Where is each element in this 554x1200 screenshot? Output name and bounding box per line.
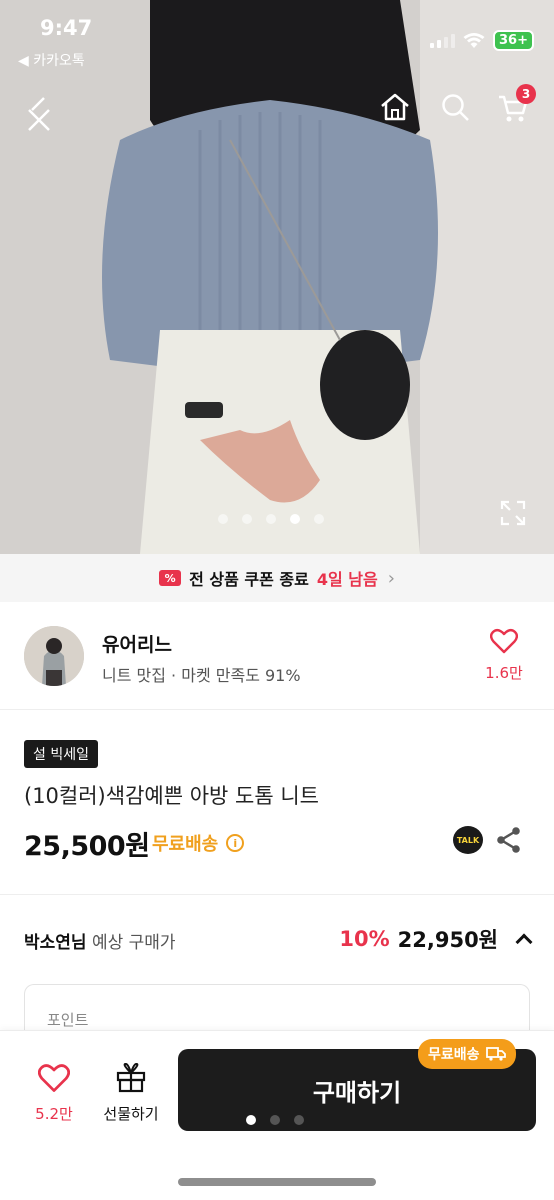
carousel-dot[interactable] bbox=[218, 514, 228, 524]
buy-label: 구매하기 bbox=[312, 1078, 402, 1107]
gift-label: 선물하기 bbox=[103, 1105, 159, 1123]
clock: 9:47 bbox=[40, 16, 93, 40]
back-to-app-link[interactable]: ◀ 카카오톡 bbox=[18, 50, 85, 70]
product-price: 25,500원 bbox=[24, 831, 150, 862]
page-indicator bbox=[246, 1115, 304, 1125]
truck-icon bbox=[485, 1047, 506, 1061]
home-button[interactable] bbox=[378, 90, 412, 124]
carousel-dot[interactable] bbox=[314, 514, 324, 524]
coupon-text: 전 상품 쿠폰 종료 bbox=[189, 570, 309, 589]
chevron-right-icon: › bbox=[387, 567, 395, 589]
page-dot bbox=[294, 1115, 304, 1125]
cart-count-badge: 3 bbox=[516, 84, 536, 104]
status-icons: 36+ bbox=[430, 30, 534, 51]
bottom-action-bar: 5.2만 선물하기 구매하기 무료배송 bbox=[0, 1030, 554, 1200]
sale-badge: 설 빅세일 bbox=[24, 740, 98, 768]
battery-indicator: 36+ bbox=[493, 30, 534, 51]
kakao-talk-icon[interactable]: TALK bbox=[453, 826, 483, 854]
gift-icon bbox=[116, 1062, 146, 1093]
page-dot-active bbox=[246, 1115, 256, 1125]
expected-price-caption: 예상 구매가 bbox=[91, 933, 176, 953]
coupon-banner[interactable]: % 전 상품 쿠폰 종료 4일 남음 › bbox=[0, 554, 554, 602]
status-bar: 9:47 ◀ 카카오톡 36+ bbox=[0, 0, 554, 74]
shop-like-button[interactable]: 1.6만 bbox=[478, 628, 530, 683]
expected-price-label: 박소연님 예상 구매가 bbox=[24, 928, 176, 953]
coupon-icon: % bbox=[159, 570, 182, 586]
expected-price-toggle[interactable]: 10% 22,950원 bbox=[339, 924, 533, 954]
carousel-dot[interactable] bbox=[242, 514, 252, 524]
free-shipping-tag: 무료배송 bbox=[418, 1039, 516, 1069]
free-shipping-tag-text: 무료배송 bbox=[428, 1047, 480, 1063]
info-icon[interactable]: i bbox=[226, 834, 245, 852]
shop-like-count: 1.6만 bbox=[485, 664, 523, 682]
shop-row[interactable]: 유어리느 니트 맛집 · 마켓 만족도 91% 1.6만 bbox=[0, 602, 554, 710]
share-button[interactable] bbox=[496, 826, 522, 858]
product-image[interactable] bbox=[0, 0, 554, 554]
product-title: (10컬러)색감예쁜 아방 도톰 니트 bbox=[24, 784, 319, 808]
discount-rate: 10% bbox=[339, 927, 390, 951]
home-indicator[interactable] bbox=[178, 1178, 376, 1186]
close-icon bbox=[28, 97, 50, 131]
carousel-dot-active[interactable] bbox=[290, 514, 300, 524]
free-shipping-text: 무료배송 bbox=[152, 834, 219, 855]
buyer-name: 박소연님 bbox=[24, 933, 87, 953]
page-dot bbox=[270, 1115, 280, 1125]
point-label: 포인트 bbox=[47, 1011, 89, 1029]
share-icon bbox=[497, 827, 520, 853]
close-button[interactable] bbox=[22, 94, 56, 134]
search-icon bbox=[442, 94, 469, 121]
cart-button[interactable]: 3 bbox=[496, 84, 536, 126]
expected-price: 22,950원 bbox=[397, 928, 498, 952]
shop-avatar[interactable] bbox=[24, 626, 84, 686]
fullscreen-button[interactable] bbox=[498, 498, 528, 528]
search-button[interactable] bbox=[438, 90, 472, 124]
coupon-days-left: 4일 남음 bbox=[316, 570, 378, 589]
shop-name[interactable]: 유어리느 bbox=[102, 630, 172, 657]
gift-button[interactable]: 선물하기 bbox=[98, 1062, 164, 1124]
expand-icon bbox=[500, 500, 526, 526]
wifi-icon bbox=[463, 32, 485, 48]
free-shipping-label[interactable]: 무료배송 i bbox=[152, 830, 245, 856]
heart-icon bbox=[37, 1064, 71, 1092]
signal-icon bbox=[430, 33, 456, 48]
home-icon bbox=[381, 93, 409, 121]
image-carousel-dots bbox=[218, 514, 324, 524]
chevron-up-icon bbox=[515, 933, 533, 951]
wishlist-count: 5.2만 bbox=[35, 1105, 73, 1123]
shop-meta: 니트 맛집 · 마켓 만족도 91% bbox=[102, 666, 301, 685]
product-photo bbox=[0, 0, 554, 554]
carousel-dot[interactable] bbox=[266, 514, 276, 524]
section-divider bbox=[0, 894, 554, 895]
heart-icon bbox=[489, 628, 519, 654]
avatar-image bbox=[24, 626, 84, 686]
wishlist-button[interactable]: 5.2만 bbox=[26, 1063, 82, 1124]
